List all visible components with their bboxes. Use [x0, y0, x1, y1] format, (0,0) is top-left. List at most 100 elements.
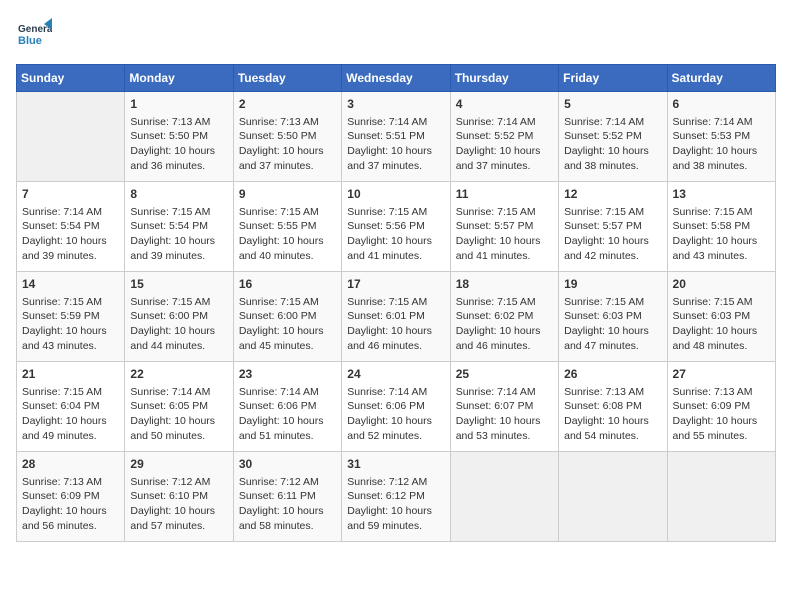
calendar-cell: 28 Sunrise: 7:13 AMSunset: 6:09 PMDayligh… — [17, 452, 125, 542]
calendar-cell: 21 Sunrise: 7:15 AMSunset: 6:04 PMDayligh… — [17, 362, 125, 452]
day-info: Sunrise: 7:13 AMSunset: 5:50 PMDaylight:… — [239, 115, 336, 174]
calendar-cell: 31 Sunrise: 7:12 AMSunset: 6:12 PMDayligh… — [342, 452, 450, 542]
logo: General Blue — [16, 16, 52, 52]
day-info: Sunrise: 7:14 AMSunset: 5:52 PMDaylight:… — [564, 115, 661, 174]
day-info: Sunrise: 7:12 AMSunset: 6:12 PMDaylight:… — [347, 475, 444, 534]
day-info: Sunrise: 7:15 AMSunset: 5:59 PMDaylight:… — [22, 295, 119, 354]
day-number: 10 — [347, 186, 444, 203]
calendar-week-row: 1 Sunrise: 7:13 AMSunset: 5:50 PMDaylight… — [17, 92, 776, 182]
calendar-week-row: 7 Sunrise: 7:14 AMSunset: 5:54 PMDaylight… — [17, 182, 776, 272]
day-number: 2 — [239, 96, 336, 113]
day-number: 18 — [456, 276, 553, 293]
calendar-cell: 25 Sunrise: 7:14 AMSunset: 6:07 PMDayligh… — [450, 362, 558, 452]
day-number: 28 — [22, 456, 119, 473]
calendar-cell — [450, 452, 558, 542]
calendar-cell: 2 Sunrise: 7:13 AMSunset: 5:50 PMDaylight… — [233, 92, 341, 182]
day-info: Sunrise: 7:14 AMSunset: 6:06 PMDaylight:… — [239, 385, 336, 444]
calendar-cell: 18 Sunrise: 7:15 AMSunset: 6:02 PMDayligh… — [450, 272, 558, 362]
day-info: Sunrise: 7:14 AMSunset: 6:07 PMDaylight:… — [456, 385, 553, 444]
day-number: 19 — [564, 276, 661, 293]
day-number: 17 — [347, 276, 444, 293]
day-number: 13 — [673, 186, 770, 203]
calendar-cell: 14 Sunrise: 7:15 AMSunset: 5:59 PMDayligh… — [17, 272, 125, 362]
day-info: Sunrise: 7:14 AMSunset: 5:54 PMDaylight:… — [22, 205, 119, 264]
day-info: Sunrise: 7:13 AMSunset: 5:50 PMDaylight:… — [130, 115, 227, 174]
day-number: 15 — [130, 276, 227, 293]
calendar-header: SundayMondayTuesdayWednesdayThursdayFrid… — [17, 65, 776, 92]
day-number: 4 — [456, 96, 553, 113]
day-number: 30 — [239, 456, 336, 473]
day-number: 5 — [564, 96, 661, 113]
day-number: 8 — [130, 186, 227, 203]
day-info: Sunrise: 7:15 AMSunset: 5:57 PMDaylight:… — [564, 205, 661, 264]
calendar-week-row: 28 Sunrise: 7:13 AMSunset: 6:09 PMDayligh… — [17, 452, 776, 542]
day-info: Sunrise: 7:12 AMSunset: 6:11 PMDaylight:… — [239, 475, 336, 534]
day-info: Sunrise: 7:14 AMSunset: 6:06 PMDaylight:… — [347, 385, 444, 444]
day-number: 24 — [347, 366, 444, 383]
calendar-cell: 8 Sunrise: 7:15 AMSunset: 5:54 PMDaylight… — [125, 182, 233, 272]
svg-text:Blue: Blue — [18, 35, 42, 47]
day-number: 29 — [130, 456, 227, 473]
calendar-cell: 17 Sunrise: 7:15 AMSunset: 6:01 PMDayligh… — [342, 272, 450, 362]
calendar-cell: 27 Sunrise: 7:13 AMSunset: 6:09 PMDayligh… — [667, 362, 775, 452]
day-info: Sunrise: 7:13 AMSunset: 6:08 PMDaylight:… — [564, 385, 661, 444]
day-number: 23 — [239, 366, 336, 383]
calendar-cell: 3Sunrise: 7:14 AMSunset: 5:51 PMDaylight… — [342, 92, 450, 182]
day-info: Sunrise: 7:15 AMSunset: 6:04 PMDaylight:… — [22, 385, 119, 444]
weekday-header: Friday — [559, 65, 667, 92]
day-number: 25 — [456, 366, 553, 383]
calendar-cell — [559, 452, 667, 542]
day-info: Sunrise: 7:15 AMSunset: 5:54 PMDaylight:… — [130, 205, 227, 264]
calendar-week-row: 21 Sunrise: 7:15 AMSunset: 6:04 PMDayligh… — [17, 362, 776, 452]
logo-icon: General Blue — [16, 16, 52, 52]
day-info: Sunrise: 7:15 AMSunset: 6:02 PMDaylight:… — [456, 295, 553, 354]
calendar-cell: 29 Sunrise: 7:12 AMSunset: 6:10 PMDayligh… — [125, 452, 233, 542]
calendar-cell: 15Sunrise: 7:15 AMSunset: 6:00 PMDayligh… — [125, 272, 233, 362]
day-number: 11 — [456, 186, 553, 203]
day-info: Sunrise: 7:13 AMSunset: 6:09 PMDaylight:… — [22, 475, 119, 534]
day-info: Sunrise: 7:14 AMSunset: 5:51 PMDaylight:… — [347, 115, 444, 174]
day-info: Sunrise: 7:15 AMSunset: 5:58 PMDaylight:… — [673, 205, 770, 264]
day-number: 20 — [673, 276, 770, 293]
day-info: Sunrise: 7:12 AMSunset: 6:10 PMDaylight:… — [130, 475, 227, 534]
calendar-cell: 10 Sunrise: 7:15 AMSunset: 5:56 PMDayligh… — [342, 182, 450, 272]
calendar-cell — [17, 92, 125, 182]
day-info: Sunrise: 7:13 AMSunset: 6:09 PMDaylight:… — [673, 385, 770, 444]
day-number: 21 — [22, 366, 119, 383]
day-info: Sunrise: 7:14 AMSunset: 5:53 PMDaylight:… — [673, 115, 770, 174]
day-number: 9 — [239, 186, 336, 203]
day-info: Sunrise: 7:14 AMSunset: 6:05 PMDaylight:… — [130, 385, 227, 444]
calendar-cell: 13 Sunrise: 7:15 AMSunset: 5:58 PMDayligh… — [667, 182, 775, 272]
day-info: Sunrise: 7:15 AMSunset: 6:03 PMDaylight:… — [564, 295, 661, 354]
calendar-cell — [667, 452, 775, 542]
day-info: Sunrise: 7:15 AMSunset: 6:03 PMDaylight:… — [673, 295, 770, 354]
calendar-cell: 22 Sunrise: 7:14 AMSunset: 6:05 PMDayligh… — [125, 362, 233, 452]
calendar-cell: 24 Sunrise: 7:14 AMSunset: 6:06 PMDayligh… — [342, 362, 450, 452]
day-info: Sunrise: 7:14 AMSunset: 5:52 PMDaylight:… — [456, 115, 553, 174]
calendar-cell: 23 Sunrise: 7:14 AMSunset: 6:06 PMDayligh… — [233, 362, 341, 452]
day-info: Sunrise: 7:15 AMSunset: 6:01 PMDaylight:… — [347, 295, 444, 354]
day-number: 1 — [130, 96, 227, 113]
day-number: 22 — [130, 366, 227, 383]
day-number: 31 — [347, 456, 444, 473]
day-number: 14 — [22, 276, 119, 293]
day-info: Sunrise: 7:15 AMSunset: 6:00 PMDaylight:… — [239, 295, 336, 354]
weekday-header: Saturday — [667, 65, 775, 92]
day-number: 6 — [673, 96, 770, 113]
calendar-cell: 12Sunrise: 7:15 AMSunset: 5:57 PMDayligh… — [559, 182, 667, 272]
day-number: 7 — [22, 186, 119, 203]
calendar-cell: 1 Sunrise: 7:13 AMSunset: 5:50 PMDaylight… — [125, 92, 233, 182]
header: General Blue — [16, 16, 776, 52]
calendar-cell: 11 Sunrise: 7:15 AMSunset: 5:57 PMDayligh… — [450, 182, 558, 272]
weekday-header: Sunday — [17, 65, 125, 92]
weekday-header: Tuesday — [233, 65, 341, 92]
calendar-cell: 16Sunrise: 7:15 AMSunset: 6:00 PMDayligh… — [233, 272, 341, 362]
day-info: Sunrise: 7:15 AMSunset: 5:56 PMDaylight:… — [347, 205, 444, 264]
day-info: Sunrise: 7:15 AMSunset: 5:57 PMDaylight:… — [456, 205, 553, 264]
day-info: Sunrise: 7:15 AMSunset: 5:55 PMDaylight:… — [239, 205, 336, 264]
calendar-table: SundayMondayTuesdayWednesdayThursdayFrid… — [16, 64, 776, 542]
day-number: 27 — [673, 366, 770, 383]
calendar-cell: 26Sunrise: 7:13 AMSunset: 6:08 PMDayligh… — [559, 362, 667, 452]
calendar-cell: 9 Sunrise: 7:15 AMSunset: 5:55 PMDaylight… — [233, 182, 341, 272]
calendar-cell: 5 Sunrise: 7:14 AMSunset: 5:52 PMDaylight… — [559, 92, 667, 182]
